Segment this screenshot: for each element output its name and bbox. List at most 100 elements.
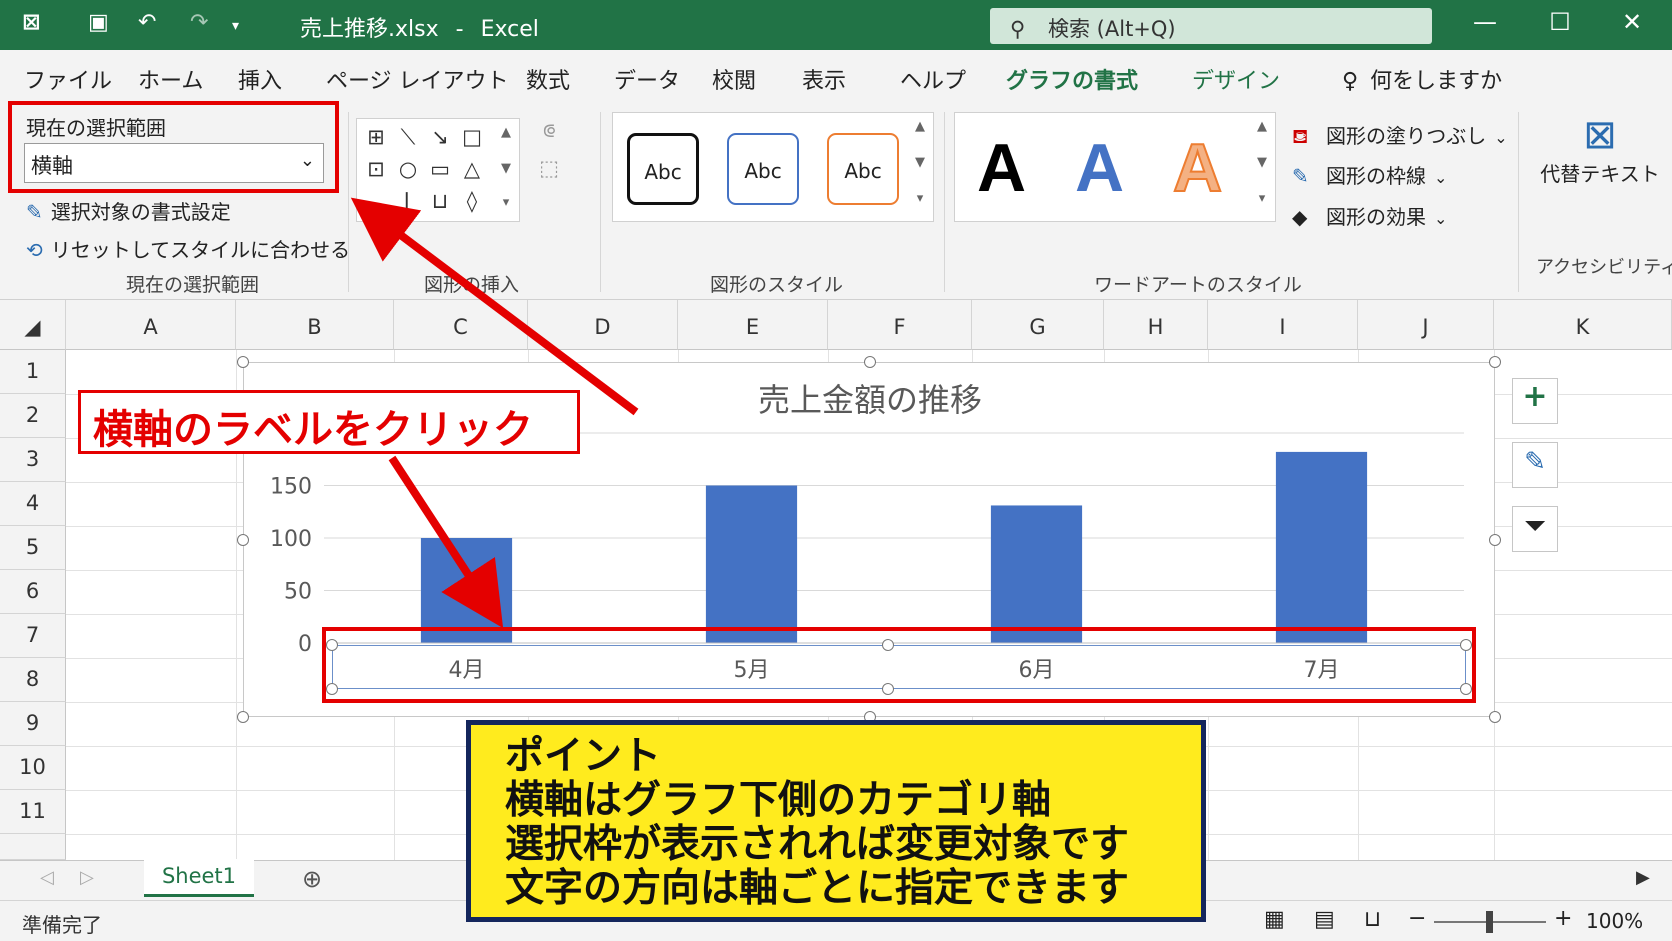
- add-sheet-icon[interactable]: ⊕: [302, 865, 322, 893]
- chart-filters-button[interactable]: ⏷: [1512, 506, 1558, 552]
- zoom-slider-thumb[interactable]: [1486, 911, 1493, 933]
- normal-view-icon[interactable]: ▦: [1264, 907, 1285, 932]
- shape-styles-gallery[interactable]: Abc Abc Abc ▲ ▼ ▾: [612, 112, 934, 222]
- row-header[interactable]: 5: [0, 526, 66, 570]
- textbox-shape-icon[interactable]: ⊞: [363, 125, 389, 149]
- shape-effects-button[interactable]: ◆ 図形の効果 ⌄: [1292, 201, 1447, 230]
- row-header[interactable]: [0, 834, 66, 860]
- column-header[interactable]: H: [1104, 300, 1208, 350]
- resize-handle[interactable]: [237, 711, 249, 723]
- rectangle-shape-icon[interactable]: □: [459, 125, 485, 149]
- tab-chart-design[interactable]: デザイン: [1192, 63, 1280, 95]
- arrow-shape-icon[interactable]: ↘: [427, 125, 453, 149]
- zoom-in-icon[interactable]: +: [1554, 906, 1572, 931]
- row-header[interactable]: 8: [0, 658, 66, 702]
- tab-view[interactable]: 表示: [802, 63, 846, 95]
- shape-style-blue[interactable]: Abc: [727, 133, 799, 205]
- row-header[interactable]: 11: [0, 790, 66, 834]
- column-header[interactable]: F: [828, 300, 972, 350]
- customize-quick-access-icon[interactable]: ▾: [232, 18, 239, 34]
- text-shape-icon[interactable]: ⊡: [363, 157, 389, 181]
- row-header[interactable]: 7: [0, 614, 66, 658]
- gallery-down-icon[interactable]: ▼: [911, 155, 929, 170]
- tab-file[interactable]: ファイル: [24, 63, 112, 95]
- tab-home[interactable]: ホーム: [138, 63, 203, 95]
- maximize-icon[interactable]: ☐: [1545, 8, 1575, 36]
- gallery-up-icon[interactable]: ▲: [497, 125, 515, 140]
- row-header[interactable]: 9: [0, 702, 66, 746]
- zoom-level[interactable]: 100%: [1586, 909, 1643, 933]
- row-header[interactable]: 3: [0, 438, 66, 482]
- oval-shape-icon[interactable]: ○: [395, 157, 421, 181]
- shapes-gallery[interactable]: ⊞ ⟍ ↘ □ ⊡ ○ ▭ △ ⌊ ⊔ ◊ ▲ ▼ ▾: [356, 118, 520, 222]
- wordart-black[interactable]: A: [977, 129, 1026, 207]
- chart-elements-button[interactable]: +: [1512, 378, 1558, 424]
- column-header[interactable]: G: [972, 300, 1104, 350]
- gallery-more-icon[interactable]: ▾: [911, 191, 929, 206]
- shape-outline-button[interactable]: ✎ 図形の枠線 ⌄: [1292, 160, 1447, 189]
- close-icon[interactable]: ✕: [1617, 8, 1647, 36]
- resize-handle[interactable]: [237, 534, 249, 546]
- alt-text-button[interactable]: ⊠ 代替テキスト: [1540, 112, 1660, 187]
- tab-review[interactable]: 校閲: [712, 63, 756, 95]
- bar[interactable]: [1275, 451, 1368, 643]
- gallery-up-icon[interactable]: ▲: [1253, 119, 1271, 134]
- reset-style-button[interactable]: ⟲ リセットしてスタイルに合わせる: [26, 234, 350, 263]
- resize-handle[interactable]: [1489, 534, 1501, 546]
- row-header[interactable]: 4: [0, 482, 66, 526]
- chart-styles-button[interactable]: ✎: [1512, 442, 1558, 488]
- row-header[interactable]: 1: [0, 350, 66, 394]
- undo-icon[interactable]: ↶: [138, 10, 156, 35]
- bar[interactable]: [990, 505, 1083, 643]
- rounded-rect-shape-icon[interactable]: ▭: [427, 157, 453, 181]
- page-layout-view-icon[interactable]: ▤: [1314, 907, 1335, 932]
- resize-handle[interactable]: [1489, 356, 1501, 368]
- gallery-more-icon[interactable]: ▾: [497, 195, 515, 210]
- shape-fill-button[interactable]: ⛾ 図形の塗りつぶし ⌄: [1292, 120, 1508, 151]
- tab-page-layout[interactable]: ページ レイアウト: [326, 63, 509, 95]
- zoom-out-icon[interactable]: −: [1408, 906, 1426, 931]
- bracket-shape-icon[interactable]: ⊔: [427, 189, 453, 213]
- page-break-view-icon[interactable]: ⊔: [1364, 907, 1381, 932]
- resize-handle[interactable]: [1489, 711, 1501, 723]
- tab-insert[interactable]: 挿入: [238, 63, 282, 95]
- resize-handle[interactable]: [864, 356, 876, 368]
- wordart-blue[interactable]: A: [1075, 129, 1124, 207]
- row-header[interactable]: 10: [0, 746, 66, 790]
- resize-handle[interactable]: [237, 356, 249, 368]
- scroll-left-icon[interactable]: ◁: [40, 867, 54, 888]
- gallery-down-icon[interactable]: ▼: [497, 161, 515, 176]
- line-shape-icon[interactable]: ⟍: [395, 125, 421, 150]
- format-selection-button[interactable]: ✎ 選択対象の書式設定: [26, 196, 231, 225]
- column-header[interactable]: B: [236, 300, 394, 350]
- triangle-shape-icon[interactable]: △: [459, 157, 485, 181]
- change-shape-icon[interactable]: ⟃: [536, 118, 562, 143]
- scroll-right-arrow-icon[interactable]: ▶: [1636, 867, 1650, 888]
- search-box[interactable]: ⚲ 検索 (Alt+Q): [990, 8, 1432, 44]
- gallery-more-icon[interactable]: ▾: [1253, 191, 1271, 206]
- column-header[interactable]: A: [66, 300, 236, 350]
- column-header[interactable]: I: [1208, 300, 1358, 350]
- column-header[interactable]: K: [1494, 300, 1672, 350]
- save-icon[interactable]: ▣: [88, 10, 109, 35]
- drop-shape-icon[interactable]: ◊: [459, 189, 485, 213]
- gallery-up-icon[interactable]: ▲: [911, 119, 929, 134]
- wordart-gallery[interactable]: A A A ▲ ▼ ▾: [954, 112, 1276, 222]
- column-header[interactable]: C: [394, 300, 528, 350]
- column-header[interactable]: D: [528, 300, 678, 350]
- column-header[interactable]: J: [1358, 300, 1494, 350]
- redo-icon[interactable]: ↷: [190, 10, 208, 35]
- scroll-right-icon[interactable]: ▷: [80, 867, 94, 888]
- tell-me-box[interactable]: ♀ 何をしますか: [1342, 63, 1502, 95]
- minimize-icon[interactable]: —: [1470, 8, 1500, 36]
- column-header[interactable]: E: [678, 300, 828, 350]
- row-header[interactable]: 6: [0, 570, 66, 614]
- tab-help[interactable]: ヘルプ: [900, 63, 966, 95]
- shape-style-orange[interactable]: Abc: [827, 133, 899, 205]
- shape-style-black[interactable]: Abc: [627, 133, 699, 205]
- connector-shape-icon[interactable]: ⌊: [395, 189, 421, 213]
- sheet-tab[interactable]: Sheet1: [144, 859, 254, 897]
- tab-formulas[interactable]: 数式: [526, 63, 570, 95]
- select-all-corner[interactable]: ◢: [0, 300, 66, 350]
- gallery-down-icon[interactable]: ▼: [1253, 155, 1271, 170]
